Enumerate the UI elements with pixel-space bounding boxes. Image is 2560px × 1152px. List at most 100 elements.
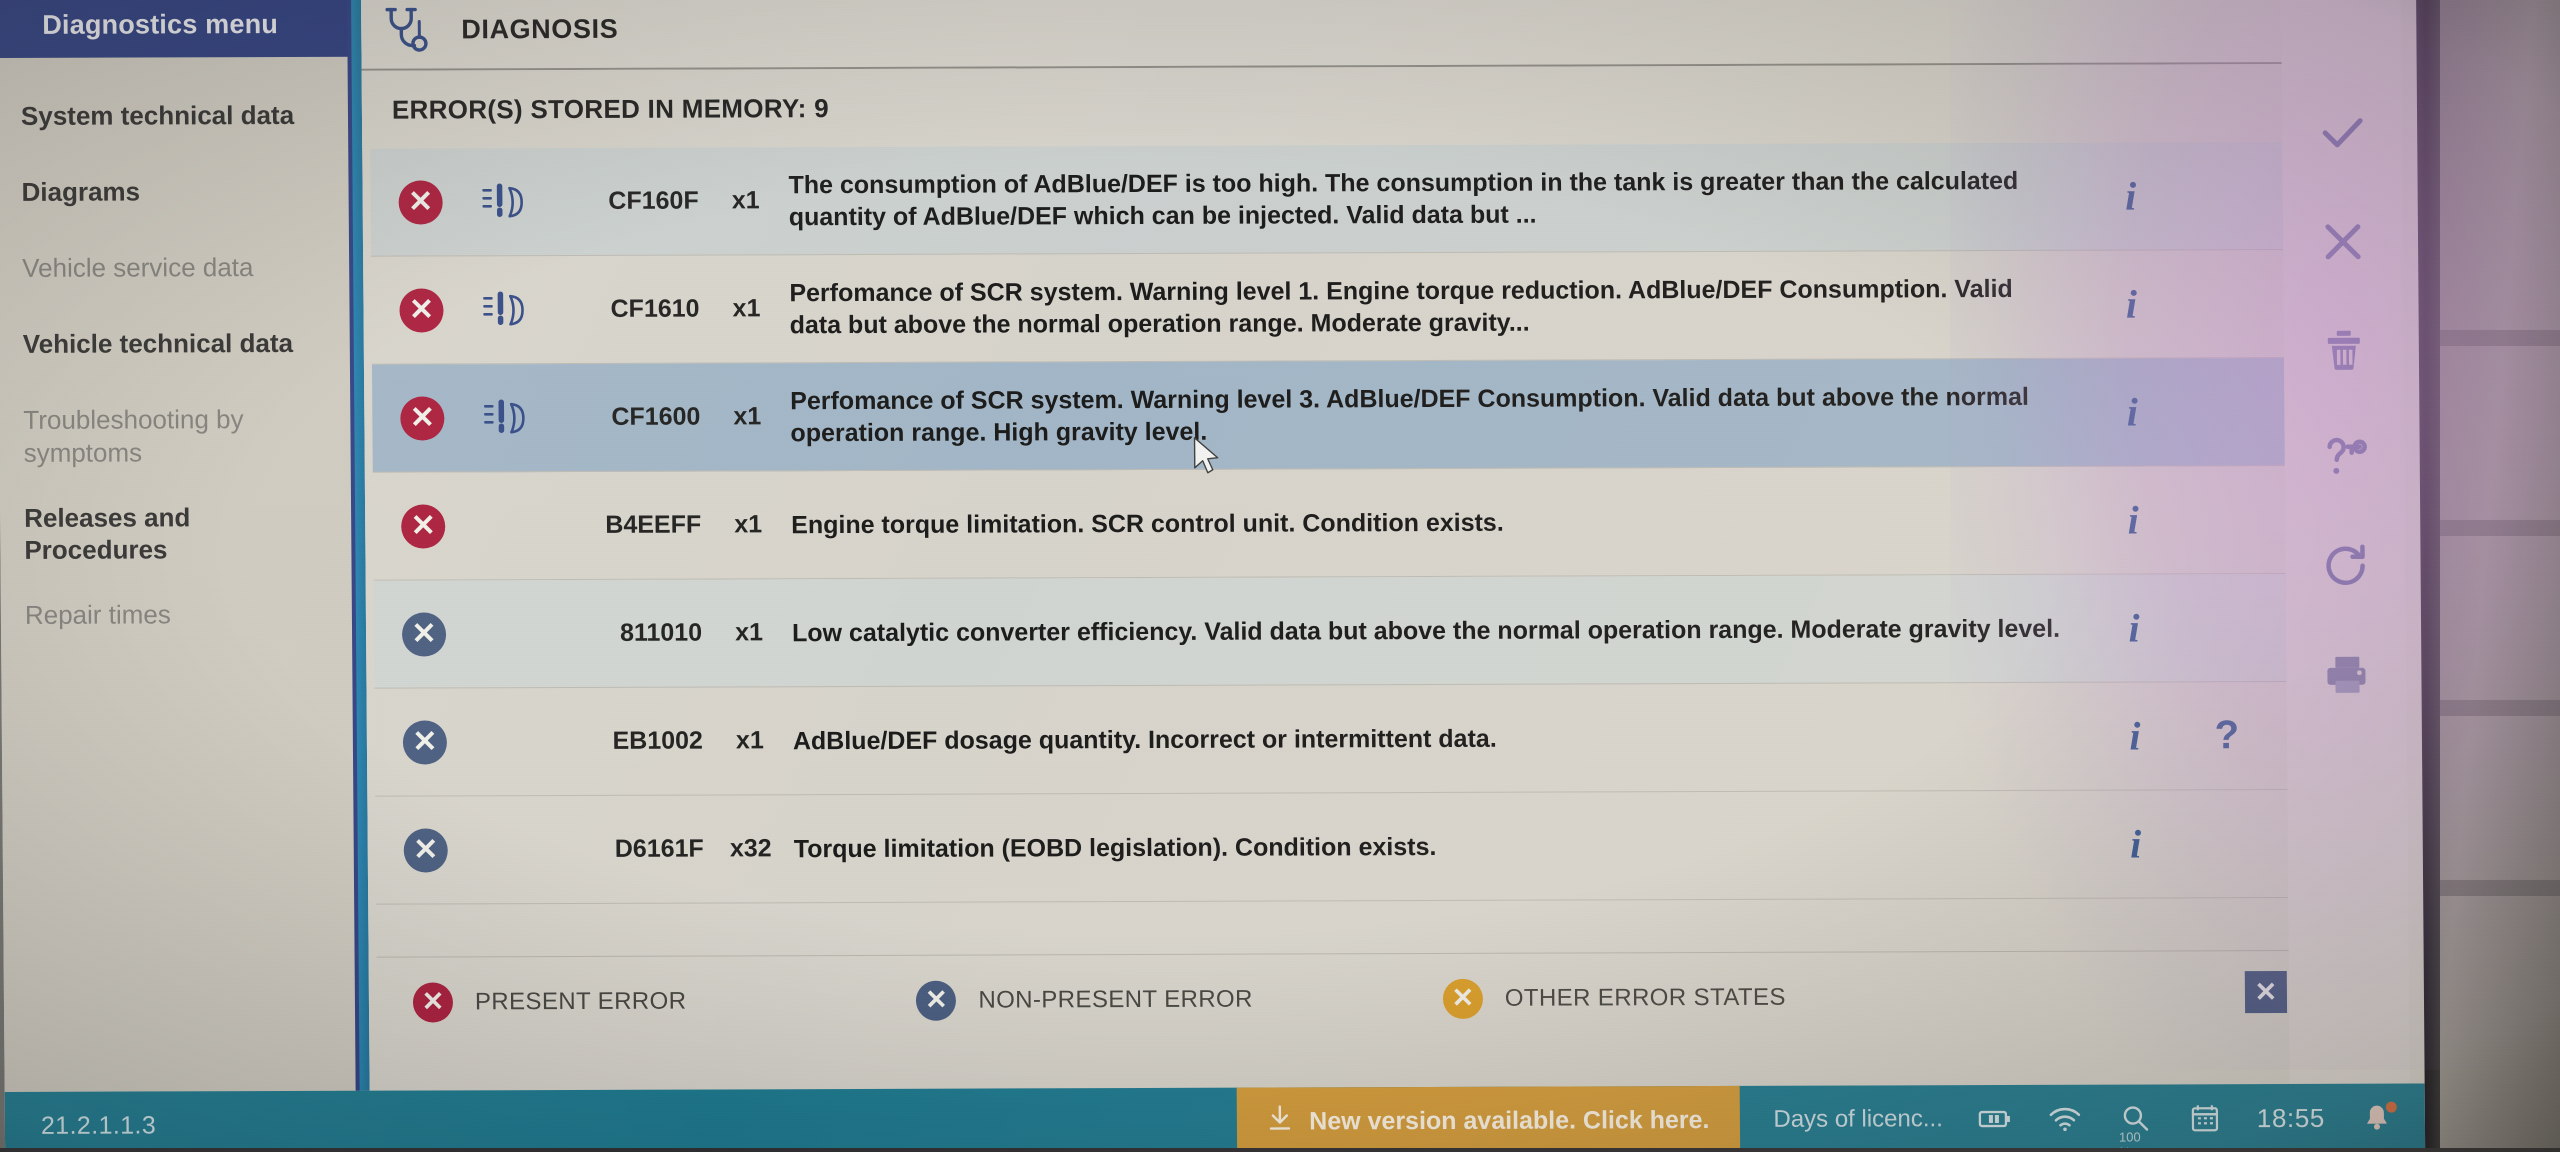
clock-label: 18:55 [2256,1102,2326,1133]
sidebar-item-label: Diagrams [21,176,141,207]
diagnostics-menu-title: Diagnostics menu [42,8,279,40]
sidebar-item-vehicle-technical-data[interactable]: Vehicle technical data [0,311,359,388]
error-status-icon: ✕ [388,611,460,657]
present-error-dot: ✕ [398,179,443,225]
info-icon[interactable]: i [2088,604,2180,651]
table-row[interactable]: ✕ 811010 x1 Low catalytic converter effi… [373,573,2365,689]
table-row[interactable]: ✕ CF160F x1 The consumption of AdBlue/DE… [370,141,2362,257]
error-status-icon: ✕ [390,827,462,873]
sidebar-item-label: Vehicle technical data [22,327,294,359]
taskbar: 21.2.1.1.3 New version available. Click … [4,1083,2426,1152]
diagnosis-header: DIAGNOSIS [361,0,2397,71]
error-status-icon: ✕ [385,287,457,333]
help-icon[interactable]: ? [2181,713,2273,758]
app-version-label: 21.2.1.1.3 [40,1110,157,1140]
other-error-dot: ✕ [1442,978,1483,1019]
search-icon[interactable]: 100 % [2117,1103,2153,1152]
table-row[interactable]: ✕ D6161F x32 Torque limitation (EOBD leg… [375,789,2367,905]
photo-of-screen: Diagnostics menu System technical data D… [0,0,2560,1152]
error-description: Low catalytic converter efficiency. Vali… [791,614,2061,647]
sidebar-item-releases-and-procedures[interactable]: Releases and Procedures [0,484,361,583]
error-code: CF160F [608,186,699,215]
info-icon[interactable]: i [2086,388,2178,435]
error-description: AdBlue/DEF dosage quantity. Incorrect or… [792,724,1497,755]
sidebar-item-system-technical-data[interactable]: System technical data [0,83,357,160]
legend-item-non-present-error: ✕ NON-PRESENT ERROR [916,979,1253,1021]
sidebar-header: Diagnostics menu [0,0,357,58]
dashboard-warning-icon [458,396,554,440]
table-row[interactable]: ✕ CF1610 x1 Perfomance of SCR system. Wa… [371,249,2362,365]
page-title: DIAGNOSIS [461,13,619,44]
sidebar-item-vehicle-service-data[interactable]: Vehicle service data [0,235,359,312]
error-description: Engine torque limitation. SCR control un… [791,508,1504,539]
error-quantity: x1 [734,510,763,539]
error-quantity: x1 [735,726,764,755]
present-error-dot: ✕ [399,287,444,333]
legend-label: PRESENT ERROR [474,987,687,1015]
print-button[interactable] [2286,622,2407,730]
error-description: Torque limitation (EOBD legislation). Co… [793,832,1437,863]
error-code: CF1610 [610,294,700,323]
close-button[interactable]: ✕ [2244,971,2288,1014]
help-key-button[interactable] [2284,406,2405,514]
refresh-button[interactable] [2285,514,2406,622]
present-error-dot: ✕ [412,981,454,1023]
error-quantity: x1 [733,402,762,431]
sidebar-item-diagrams[interactable]: Diagrams [0,159,358,236]
new-version-button[interactable]: New version available. Click here. [1236,1085,1740,1152]
sidebar-item-label: Troubleshooting by symptoms [23,404,244,468]
error-code: B4EEFF [605,510,702,539]
dashboard-warning-icon [457,288,553,332]
error-quantity: x1 [731,186,760,215]
wifi-icon[interactable] [2047,1104,2083,1134]
calendar-icon[interactable] [2187,1103,2223,1133]
sidebar-item-label: Releases and Procedures [24,501,191,566]
error-description: Perfomance of SCR system. Warning level … [789,274,2013,339]
sidebar-item-troubleshooting-by-symptoms[interactable]: Troubleshooting by symptoms [0,387,360,486]
present-error-dot: ✕ [401,503,446,549]
table-row[interactable]: ✕ B4EEFF x1 Engine torque limitation. SC… [372,465,2364,581]
refresh-icon [2318,538,2372,597]
info-icon[interactable]: i [2085,280,2177,327]
info-icon[interactable]: i [2087,496,2179,543]
legend-label: OTHER ERROR STATES [1504,983,1786,1012]
error-status-icon: ✕ [387,503,459,549]
error-count-bar: ERROR(S) STORED IN MEMORY: 9 [361,63,2398,149]
table-row[interactable]: ✕ EB1002 x1 AdBlue/DEF dosage quantity. … [374,681,2366,797]
nonpresent-error-dot: ✕ [401,611,447,657]
notification-bell-icon[interactable] [2359,1101,2397,1133]
mouse-cursor [1192,436,1222,483]
error-quantity: x32 [729,834,772,863]
sidebar-item-label: System technical data [20,99,295,131]
system-tray: 100 % 18:55 [1977,1101,2425,1152]
laptop-bezel-bottom [0,1148,2560,1152]
delete-trash-button[interactable] [2283,298,2404,406]
error-table: ✕ CF160F x1 The consumption of AdBlue/DE… [370,141,2367,905]
info-icon[interactable]: i [2090,820,2182,867]
present-error-dot: ✕ [400,395,445,441]
legend-label: NON-PRESENT ERROR [978,985,1253,1014]
error-status-icon: ✕ [389,719,461,765]
nonpresent-error-dot: ✕ [402,719,448,765]
error-quantity: x1 [732,294,761,323]
close-icon [2316,214,2370,273]
legend: ✕ PRESENT ERROR ✕ NON-PRESENT ERROR ✕ OT… [376,949,2368,1047]
question-key-icon [2318,430,2372,489]
confirm-check-button[interactable] [2282,82,2403,190]
sidebar-item-label: Repair times [24,599,171,630]
license-days-label: Days of licenc... [1773,1105,1943,1133]
error-status-icon: ✕ [386,395,458,441]
battery-icon[interactable] [1977,1104,2013,1134]
sidebar-item-label: Vehicle service data [22,252,254,283]
sidebar-item-repair-times[interactable]: Repair times [1,582,362,659]
nonpresent-error-dot: ✕ [403,827,448,873]
cancel-close-button[interactable] [2283,190,2404,298]
error-description: The consumption of AdBlue/DEF is too hig… [788,166,2019,231]
trash-icon [2317,322,2371,381]
info-icon[interactable]: i [2084,172,2176,219]
table-row[interactable]: ✕ CF1600 x1 Perfomance of SCR system. Wa… [371,357,2363,473]
sidebar: Diagnostics menu System technical data D… [0,0,365,1092]
info-icon[interactable]: i [2089,712,2181,759]
application-window: Diagnostics menu System technical data D… [0,0,2426,1152]
sidebar-item-list: System technical data Diagrams Vehicle s… [0,57,361,659]
